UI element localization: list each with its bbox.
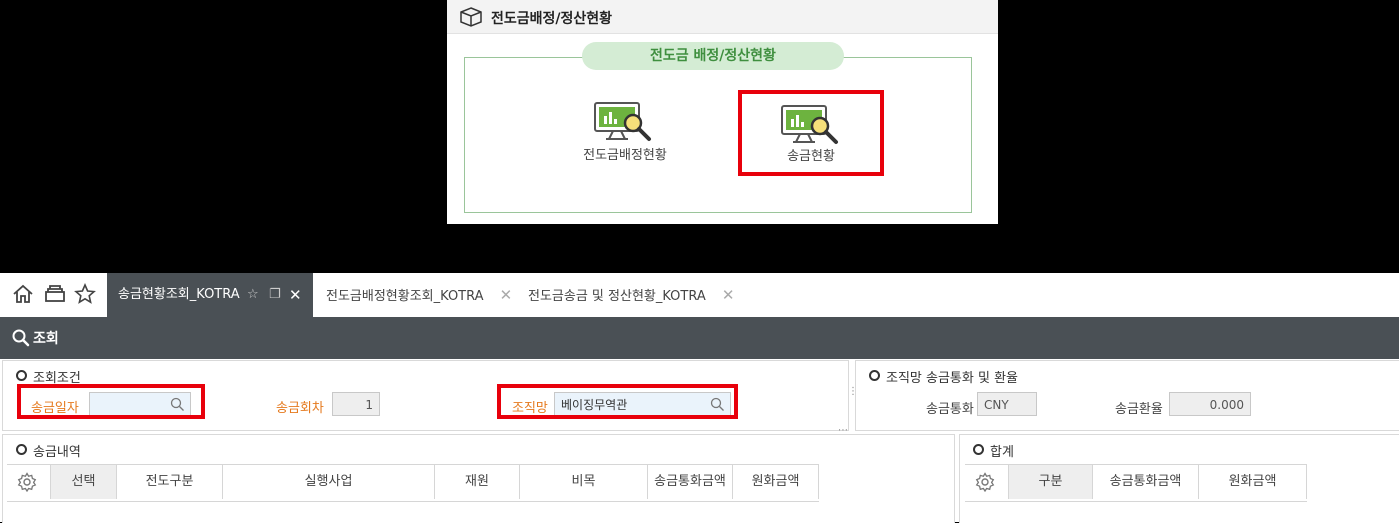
monitor-chart-magnifier-icon [594,102,651,141]
close-icon[interactable]: ✕ [289,273,302,317]
rate-label: 송금환율 [1115,402,1163,417]
column-header[interactable]: 선택 [51,465,117,499]
grid-header: 구분 송금통화금액 원화금액 [965,464,1307,502]
column-header[interactable]: 전도구분 [117,465,223,499]
restore-icon[interactable]: ❐ [269,273,281,317]
close-icon[interactable]: ✕ [722,286,735,304]
section-title-text: 합계 [990,445,1014,460]
remittance-history-section: 송금내역 선택 전도구분 실행사업 재원 비목 송금통화금액 원화금액 [2,434,955,523]
search-icon[interactable] [12,329,30,347]
app-tile-label: 전도금배정현황 [583,148,667,163]
remittance-app: 송금현황조회_KOTRA ☆ ❐ ✕ 전도금배정현황조회_KOTRA ✕ 전도금… [0,273,1399,523]
grid-header: 선택 전도구분 실행사업 재원 비목 송금통화금액 원화금액 [7,464,819,502]
section-title: 합계 [973,441,1014,460]
tab-settlement-status[interactable]: 전도금송금 및 정산현황_KOTRA ✕ [528,273,734,317]
star-icon[interactable] [74,283,96,305]
tab-label: 전도금송금 및 정산현황_KOTRA [528,289,706,304]
column-header[interactable]: 비목 [520,465,648,499]
cube-icon [460,7,482,27]
column-header[interactable]: 원화금액 [1199,465,1307,499]
menu-panel: 전도금배정/정산현황 전도금 배정/정산현황 전도금배정현황 송금현황 [447,0,998,224]
bullet-icon [869,370,880,381]
app-tile-label: 송금현황 [787,149,835,164]
grid-settings-cell[interactable] [965,465,1009,499]
grid-settings-cell[interactable] [7,465,51,499]
menu-group-label: 전도금 배정/정산현황 [582,42,844,70]
tab-remittance-inquiry[interactable]: 송금현황조회_KOTRA ☆ ❐ ✕ [107,273,313,317]
remit-round-label: 송금회차 [276,401,324,416]
section-title-text: 조직망 송금통화 및 환율 [886,371,1018,386]
close-icon[interactable]: ✕ [500,286,513,304]
column-header[interactable]: 구분 [1009,465,1093,499]
menu-header: 전도금배정/정산현황 [447,0,998,34]
section-title-text: 송금내역 [33,445,81,460]
search-button[interactable]: 조회 [33,328,59,348]
app-tile-remittance-status[interactable]: 송금현황 [738,90,884,176]
search-conditions-section: 조회조건 송금일자 송금회차 1 조직망 베이징무역관 [2,360,849,431]
column-header[interactable]: 송금통화금액 [1093,465,1199,499]
menu-group-frame [464,57,972,213]
tab-bar: 송금현황조회_KOTRA ☆ ❐ ✕ 전도금배정현황조회_KOTRA ✕ 전도금… [0,273,1399,317]
bullet-icon [973,444,984,455]
currency-field[interactable]: CNY [977,392,1037,416]
bullet-icon [16,444,27,455]
remit-round-field[interactable]: 1 [332,392,380,416]
star-icon[interactable]: ☆ [247,273,259,317]
tab-allocation-inquiry[interactable]: 전도금배정현황조회_KOTRA ✕ [326,273,512,317]
search-toolbar: 조회 [0,317,1399,359]
tab-label: 송금현황조회_KOTRA [118,287,240,302]
tray-icon[interactable] [44,283,66,305]
bullet-icon [16,370,27,381]
tab-label: 전도금배정현황조회_KOTRA [326,289,484,304]
highlight-box [17,384,205,419]
column-header[interactable]: 재원 [435,465,520,499]
app-tile-allocation-status[interactable]: 전도금배정현황 [555,97,695,177]
section-title: 송금내역 [16,441,81,460]
home-icon[interactable] [12,283,34,305]
summary-section: 합계 구분 송금통화금액 원화금액 [959,434,1399,523]
column-header[interactable]: 실행사업 [223,465,435,499]
column-header[interactable]: 원화금액 [733,465,819,499]
gear-icon[interactable] [975,472,995,492]
section-title: 조직망 송금통화 및 환율 [869,367,1018,386]
monitor-chart-magnifier-icon [781,105,838,144]
currency-rate-section: 조직망 송금통화 및 환율 송금통화 CNY 송금환율 0.000 [855,360,1399,431]
column-header[interactable]: 송금통화금액 [648,465,733,499]
rate-field[interactable]: 0.000 [1169,392,1251,416]
gear-icon[interactable] [17,472,37,492]
menu-title: 전도금배정/정산현황 [491,11,613,27]
currency-label: 송금통화 [926,402,974,417]
highlight-box [497,384,738,419]
